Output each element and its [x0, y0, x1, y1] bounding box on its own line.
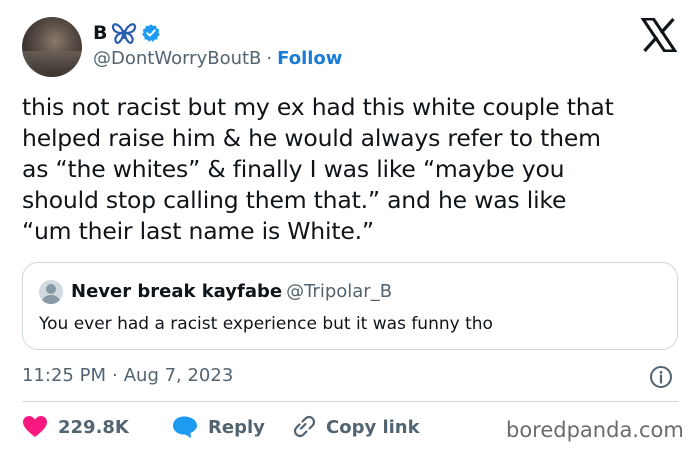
butterfly-icon — [112, 23, 137, 44]
follow-button[interactable]: Follow — [277, 48, 342, 69]
quoted-handle: @Tripolar_B — [286, 281, 393, 302]
like-count: 229.8K — [58, 416, 129, 438]
quoted-tweet[interactable]: Never break kayfabe @Tripolar_B You ever … — [22, 262, 678, 350]
copy-link-label: Copy link — [326, 416, 420, 438]
tweet-text-line: helped raise him & he would always refer… — [22, 124, 601, 152]
verified-badge-icon — [142, 24, 161, 42]
author-handle[interactable]: @DontWorryBoutB — [93, 48, 261, 69]
tweet-text: this not racist but my ex had this white… — [22, 92, 682, 247]
divider — [22, 401, 678, 402]
quoted-display-name: Never break kayfabe — [71, 281, 283, 302]
reply-label: Reply — [208, 416, 265, 438]
author-avatar[interactable] — [22, 17, 82, 77]
tweet-date: Aug 7, 2023 — [123, 365, 234, 386]
author-name-row: B — [93, 20, 161, 46]
copy-link-button[interactable]: Copy link — [290, 415, 420, 439]
heart-icon — [23, 416, 47, 437]
watermark: boredpanda.com — [506, 418, 684, 442]
quoted-avatar — [39, 280, 63, 304]
tweet-timestamp[interactable]: 11:25 PM · Aug 7, 2023 — [22, 365, 233, 386]
reply-button[interactable]: Reply — [172, 415, 290, 439]
quoted-text: You ever had a racist experience but it … — [39, 314, 493, 334]
timestamp-separator: · — [111, 365, 118, 386]
info-icon[interactable] — [649, 365, 673, 389]
tweet-text-line: as “the whites” & finally I was like “ma… — [22, 155, 565, 183]
author-display-name[interactable]: B — [93, 22, 107, 44]
tweet-time: 11:25 PM — [22, 365, 106, 386]
x-logo-icon[interactable] — [641, 18, 677, 52]
reply-bubble-icon — [173, 416, 197, 438]
tweet-text-line: “um their last name is White.” — [22, 217, 374, 245]
author-handle-row: @DontWorryBoutB · Follow — [93, 48, 342, 69]
action-bar: 229.8K Reply Copy link — [22, 414, 420, 440]
handle-separator: · — [266, 48, 273, 69]
quoted-author: Never break kayfabe @Tripolar_B — [71, 281, 392, 302]
tweet-text-line: should stop calling them that.” and he w… — [22, 186, 567, 214]
link-icon — [293, 415, 316, 438]
like-button[interactable]: 229.8K — [22, 415, 172, 439]
tweet-text-line: this not racist but my ex had this white… — [22, 93, 614, 121]
